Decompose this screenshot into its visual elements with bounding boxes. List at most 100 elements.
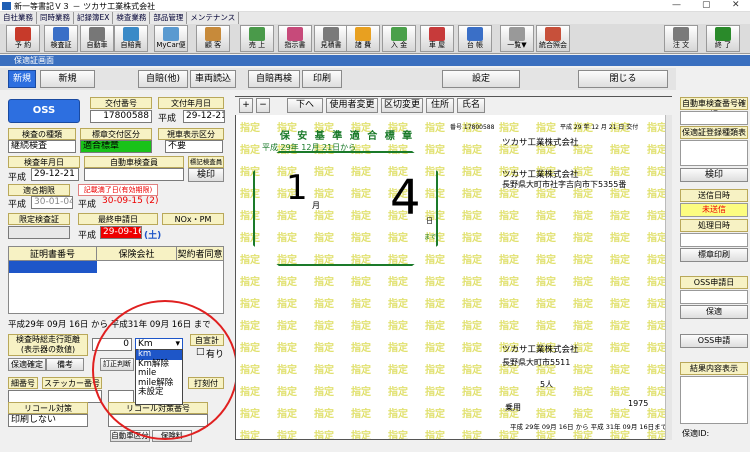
module-tabs: 自社業務 同時業務 記録簿EX 検査業務 部品管理 メンテナンス: [0, 12, 750, 24]
doc-toolbar-button[interactable]: +: [239, 98, 253, 113]
watermark: 指定: [240, 365, 260, 376]
doc-toolbar-button[interactable]: 区切変更: [381, 98, 423, 113]
doc-scrollbar[interactable]: [665, 115, 672, 440]
toolbar-button[interactable]: 検査証: [44, 25, 78, 52]
car-read-button[interactable]: 車両読込: [190, 70, 236, 88]
jibai-other-button[interactable]: 自賠(他): [138, 70, 188, 88]
col-insurer: 保険会社: [97, 247, 177, 260]
ken-button[interactable]: 検印: [680, 168, 748, 182]
toolbar-label: 予 約: [14, 41, 32, 49]
mark-print-button[interactable]: 標章印刷: [680, 248, 748, 262]
toolbar-button[interactable]: MyCar便: [154, 25, 188, 52]
inspector-label: 自動車検査員: [84, 156, 184, 168]
insp-date-field[interactable]: 29-12-21: [31, 168, 79, 181]
module-tab[interactable]: 同時業務: [37, 12, 74, 24]
toolbar-button[interactable]: 指示書: [278, 25, 312, 52]
doc-toolbar-button[interactable]: 使用者変更: [326, 98, 378, 113]
watermark: 指定: [536, 277, 556, 288]
toolbar-button[interactable]: 台 帳: [458, 25, 492, 52]
valid-date-field[interactable]: 30-01-04: [31, 196, 73, 209]
doc-toolbar-button[interactable]: 住所: [426, 98, 454, 113]
toolbar-icon: [715, 27, 731, 41]
record-date-field[interactable]: 30-09-15 (2): [100, 196, 162, 209]
toolbar-button[interactable]: 注 文: [664, 25, 698, 52]
watermark: 指定: [610, 343, 630, 354]
module-tab[interactable]: メンテナンス: [187, 12, 240, 24]
watermark: 指定: [462, 167, 482, 178]
maximize-button[interactable]: ▢: [702, 0, 711, 10]
toolbar-button[interactable]: 自動車: [80, 25, 114, 52]
module-tab[interactable]: 部品管理: [150, 12, 188, 24]
toolbar-icon: [355, 27, 371, 41]
oss-request-button[interactable]: OSS申請: [680, 334, 748, 348]
watermark: 指定: [277, 299, 297, 310]
app-icon: [2, 2, 11, 10]
toolbar-button[interactable]: 終 了: [706, 25, 740, 52]
dept-label: 視車表示区分: [158, 128, 224, 140]
mark-button[interactable]: 検印: [188, 168, 224, 182]
module-tab[interactable]: 検査業務: [113, 12, 151, 24]
table-row[interactable]: [9, 261, 223, 273]
new-button[interactable]: 新規: [8, 70, 36, 88]
oss-date-field[interactable]: [680, 290, 748, 304]
minimize-button[interactable]: —: [672, 0, 681, 10]
jibai-again-button[interactable]: 自賠再検: [248, 70, 300, 88]
issue-no-field[interactable]: 17800588: [90, 110, 152, 123]
toolbar-button[interactable]: 見積書: [314, 25, 348, 52]
doc-toolbar-button[interactable]: 氏名: [457, 98, 485, 113]
recall-select[interactable]: 印刷しない: [8, 414, 88, 427]
toolbar-button[interactable]: 一覧▼: [500, 25, 534, 52]
tab-notes[interactable]: 備考: [46, 358, 84, 371]
reg-field[interactable]: [680, 111, 748, 125]
weight: 1975: [628, 399, 649, 408]
watermark: 指定: [536, 255, 556, 266]
reg-no-field[interactable]: [680, 140, 748, 166]
doc-toolbar-button[interactable]: 下へ: [287, 98, 323, 113]
new2-button[interactable]: 新規: [40, 70, 95, 88]
module-tab[interactable]: 自社業務: [0, 12, 37, 24]
recall-label: リコール対策: [8, 402, 88, 414]
issue-date-field[interactable]: 29-12-21: [183, 110, 225, 123]
module-tab[interactable]: 記録簿EX: [74, 12, 114, 24]
toolbar-label: 顧 客: [204, 41, 222, 49]
hoteki-button[interactable]: 保適: [680, 305, 748, 319]
proc-field[interactable]: [680, 233, 748, 247]
print-button[interactable]: 印刷: [302, 70, 342, 88]
toolbar-button[interactable]: 車 屋: [420, 25, 454, 52]
inspector-select[interactable]: [84, 168, 184, 181]
toolbar-label: 自賠責: [120, 41, 142, 49]
mark-label: 標記検査員: [188, 156, 224, 168]
insp-type-select[interactable]: 継続検査: [8, 140, 76, 153]
close-window-button[interactable]: ✕: [732, 0, 740, 10]
watermark: 指定: [277, 321, 297, 332]
toolbar-button[interactable]: 予 約: [6, 25, 40, 52]
toolbar-button[interactable]: 自賠責: [114, 25, 148, 52]
watermark: 指定: [499, 255, 519, 266]
watermark: 指定: [314, 409, 334, 420]
settings-button[interactable]: 設定: [442, 70, 520, 88]
watermark: 指定: [462, 431, 482, 440]
tab-confirm[interactable]: 保適確定: [8, 358, 46, 371]
toolbar-button[interactable]: 売 上: [240, 25, 274, 52]
toolbar-icon: [467, 27, 483, 41]
close-button[interactable]: 閉じる: [578, 70, 668, 88]
toolbar-button[interactable]: 入 金: [382, 25, 416, 52]
issue-date-era: 平成: [158, 114, 177, 124]
result-field[interactable]: [680, 376, 748, 424]
toolbar-icon: [673, 27, 689, 41]
toolbar-button[interactable]: 統合照会: [536, 25, 570, 52]
record-label: 記載満了日(有効期限): [78, 184, 158, 196]
header-no: 番号 17800588: [450, 124, 495, 131]
last-date-field[interactable]: 29-09-16: [100, 226, 142, 239]
doc-toolbar-button[interactable]: −: [256, 98, 270, 113]
toolbar-button[interactable]: 諸 費: [346, 25, 380, 52]
toolbar-icon: [429, 27, 445, 41]
watermark: 指定: [351, 387, 371, 398]
limit-field[interactable]: [8, 226, 70, 239]
highlight-circle: [92, 300, 238, 440]
oss-button[interactable]: OSS: [8, 99, 80, 123]
toolbar-button[interactable]: 顧 客: [196, 25, 230, 52]
watermark: 指定: [351, 321, 371, 332]
std-place-select[interactable]: 適合標章: [80, 140, 152, 153]
dept-select[interactable]: 不要: [165, 140, 223, 153]
